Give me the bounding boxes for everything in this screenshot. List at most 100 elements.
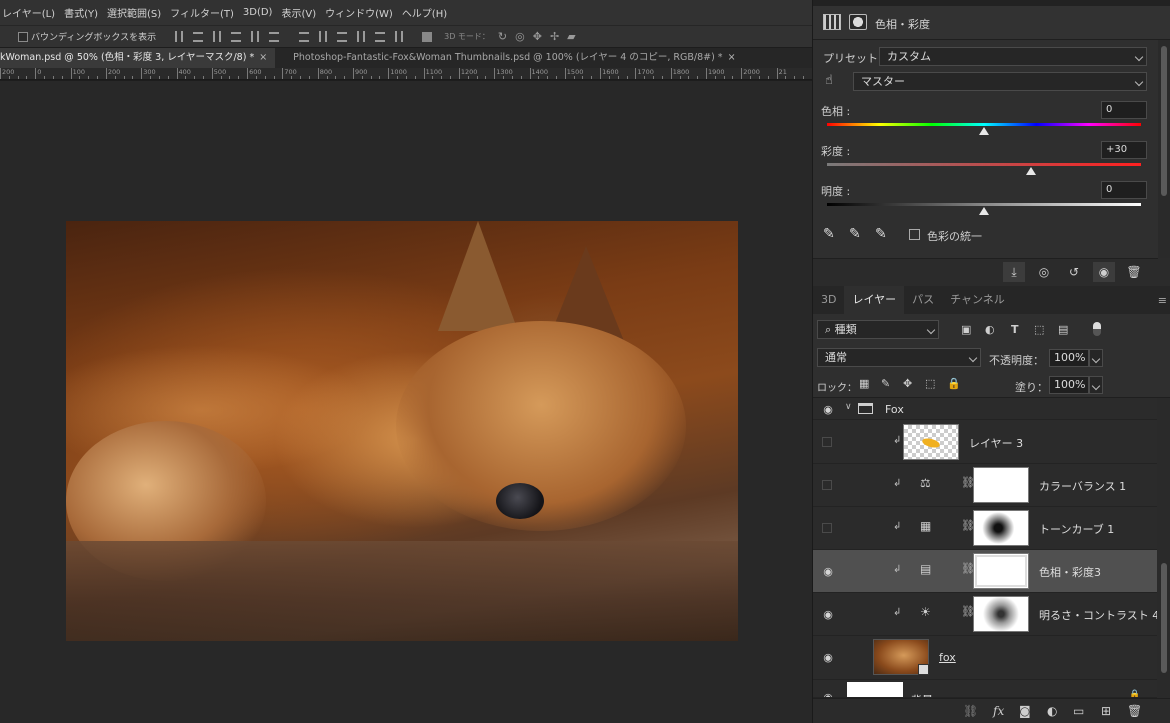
hue-input[interactable]: 0 — [1101, 101, 1147, 119]
visibility-toggle[interactable] — [822, 437, 832, 447]
scrollbar-thumb[interactable] — [1161, 46, 1167, 196]
layer-row-brightness-contrast[interactable]: ◉ ↲ ☀ ⛓ 明るさ・コントラスト 4 — [813, 593, 1159, 636]
align-top-icon[interactable] — [175, 31, 184, 42]
layer-mask-thumbnail[interactable] — [973, 596, 1029, 632]
3d-slide-icon[interactable]: ✢ — [550, 30, 559, 43]
add-mask-icon[interactable]: ◙ — [1019, 704, 1031, 718]
align-vcenter-icon[interactable] — [193, 31, 204, 42]
trash-icon[interactable]: 🗑 — [1123, 262, 1145, 282]
tab-3d[interactable]: 3D — [813, 286, 844, 314]
fill-input[interactable]: 100% — [1049, 376, 1089, 394]
filter-pixel-icon[interactable]: ▣ — [961, 323, 971, 336]
3d-roll-icon[interactable]: ◎ — [515, 30, 525, 43]
lightness-slider-thumb[interactable] — [979, 207, 989, 215]
distribute-top-icon[interactable] — [299, 31, 310, 42]
eyedropper-subtract-icon[interactable]: ✎ — [875, 226, 887, 242]
fill-dropdown[interactable] — [1089, 376, 1103, 394]
blend-mode-select[interactable]: 通常 — [817, 348, 981, 367]
menu-select[interactable]: 選択範囲(S) — [107, 5, 161, 20]
tab-paths[interactable]: パス — [904, 286, 942, 314]
fx-icon[interactable]: fx — [993, 704, 1004, 718]
panel-menu-icon[interactable]: ≡ — [1158, 294, 1167, 307]
menu-layer[interactable]: レイヤー(L) — [2, 5, 55, 20]
lightness-slider-track[interactable] — [827, 203, 1141, 206]
saturation-slider-track[interactable] — [827, 163, 1141, 166]
eyedropper-add-icon[interactable]: ✎ — [849, 226, 861, 242]
new-adjustment-icon[interactable]: ◐ — [1047, 704, 1057, 718]
layer-group-fox[interactable]: ◉ ∨ Fox — [813, 398, 1157, 420]
link-layers-icon[interactable]: ⛓ — [963, 704, 978, 718]
lock-artboard-icon[interactable]: ⬚ — [925, 377, 935, 390]
layer-mask-thumbnail[interactable] — [973, 510, 1029, 546]
colorize-checkbox[interactable] — [909, 229, 920, 240]
menu-3d[interactable]: 3D(D) — [243, 7, 273, 18]
distribute-right-icon[interactable] — [395, 31, 404, 42]
filter-shape-icon[interactable]: ⬚ — [1034, 323, 1044, 336]
filter-type-icon[interactable]: T — [1011, 323, 1019, 336]
lightness-input[interactable]: 0 — [1101, 181, 1147, 199]
distribute-vcenter-icon[interactable] — [319, 31, 328, 42]
align-bottom-icon[interactable] — [213, 31, 222, 42]
tab-thumbnails[interactable]: Photoshop-Fantastic-Fox&Woman Thumbnails… — [275, 48, 743, 68]
align-hcenter-icon[interactable] — [251, 31, 260, 42]
3d-scale-icon[interactable]: ▰ — [567, 30, 575, 43]
menu-help[interactable]: ヘルプ(H) — [402, 5, 447, 20]
bounding-box-checkbox[interactable] — [18, 31, 28, 42]
eye-icon[interactable]: ◉ — [821, 564, 835, 578]
lock-all-icon[interactable]: 🔒 — [947, 377, 961, 390]
eyedropper-icon[interactable]: ✎ — [823, 226, 835, 242]
hue-slider-thumb[interactable] — [979, 127, 989, 135]
new-group-icon[interactable]: ▭ — [1073, 704, 1084, 718]
menu-window[interactable]: ウィンドウ(W) — [325, 5, 393, 20]
menu-view[interactable]: 表示(V) — [281, 5, 316, 20]
layer-row-color-balance[interactable]: ↲ ⚖ ⛓ カラーバランス 1 — [813, 464, 1157, 507]
tab-foxwoman[interactable]: kWoman.psd @ 50% (色相・彩度 3, レイヤーマスク/8) * × — [0, 48, 276, 68]
menu-type[interactable]: 書式(Y) — [64, 5, 98, 20]
saturation-slider-thumb[interactable] — [1026, 167, 1037, 175]
close-icon[interactable]: × — [259, 52, 267, 63]
align-left-icon[interactable] — [231, 31, 242, 42]
targeted-adjustment-hand-icon[interactable]: ☝ — [825, 73, 833, 88]
filter-smart-object-icon[interactable]: ▤ — [1058, 323, 1068, 336]
layer-mask-icon[interactable] — [849, 14, 867, 30]
filter-adjustment-icon[interactable]: ◐ — [985, 323, 995, 336]
distribute-left-icon[interactable] — [357, 31, 366, 42]
properties-scrollbar[interactable] — [1158, 40, 1170, 258]
visibility-toggle[interactable] — [822, 523, 832, 533]
eye-icon[interactable]: ◉ — [821, 607, 835, 621]
layer-row-hue-saturation[interactable]: ◉ ↲ ▤ ⛓ 色相・彩度3 — [813, 550, 1157, 593]
layer-row-fox[interactable]: ◉ fox — [813, 636, 1157, 680]
scrollbar-thumb[interactable] — [1161, 563, 1167, 673]
layer-row-layer3[interactable]: ↲ レイヤー 3 — [813, 420, 1157, 464]
preset-select[interactable]: カスタム — [879, 47, 1147, 66]
hue-slider-track[interactable] — [827, 123, 1141, 126]
clip-to-layer-icon[interactable]: ⤓ — [1003, 262, 1025, 282]
3d-pan-icon[interactable]: ✥ — [533, 30, 542, 43]
view-previous-icon[interactable]: ◎ — [1033, 262, 1055, 282]
lock-position-icon[interactable]: ✥ — [903, 377, 912, 390]
auto-align-icon[interactable] — [422, 31, 433, 42]
channel-select[interactable]: マスター — [853, 72, 1147, 91]
3d-orbit-icon[interactable]: ↻ — [498, 30, 507, 43]
filter-kind-select[interactable]: ⌕ 種類 — [817, 320, 939, 339]
trash-icon[interactable]: 🗑 — [1127, 704, 1142, 718]
layer-mask-thumbnail[interactable] — [973, 467, 1029, 503]
reset-icon[interactable]: ↺ — [1063, 262, 1085, 282]
opacity-dropdown[interactable] — [1089, 349, 1103, 367]
tab-layers[interactable]: レイヤー — [844, 286, 905, 314]
close-icon[interactable]: × — [728, 52, 736, 63]
chevron-down-icon[interactable]: ∨ — [845, 402, 852, 412]
new-layer-icon[interactable]: ⊞ — [1101, 704, 1111, 718]
distribute-bottom-icon[interactable] — [337, 31, 348, 42]
eye-icon[interactable]: ◉ — [821, 650, 835, 664]
distribute-hcenter-icon[interactable] — [375, 31, 386, 42]
filter-toggle-icon[interactable] — [1093, 322, 1101, 336]
eye-icon[interactable]: ◉ — [821, 402, 835, 416]
visibility-eye-icon[interactable]: ◉ — [1093, 262, 1115, 282]
layers-scrollbar[interactable] — [1157, 398, 1170, 698]
eye-icon[interactable]: ◉ — [821, 690, 835, 698]
menu-filter[interactable]: フィルター(T) — [170, 5, 234, 20]
visibility-toggle[interactable] — [822, 480, 832, 490]
lock-image-icon[interactable]: ✎ — [881, 377, 890, 390]
tab-channels[interactable]: チャンネル — [942, 286, 1013, 314]
